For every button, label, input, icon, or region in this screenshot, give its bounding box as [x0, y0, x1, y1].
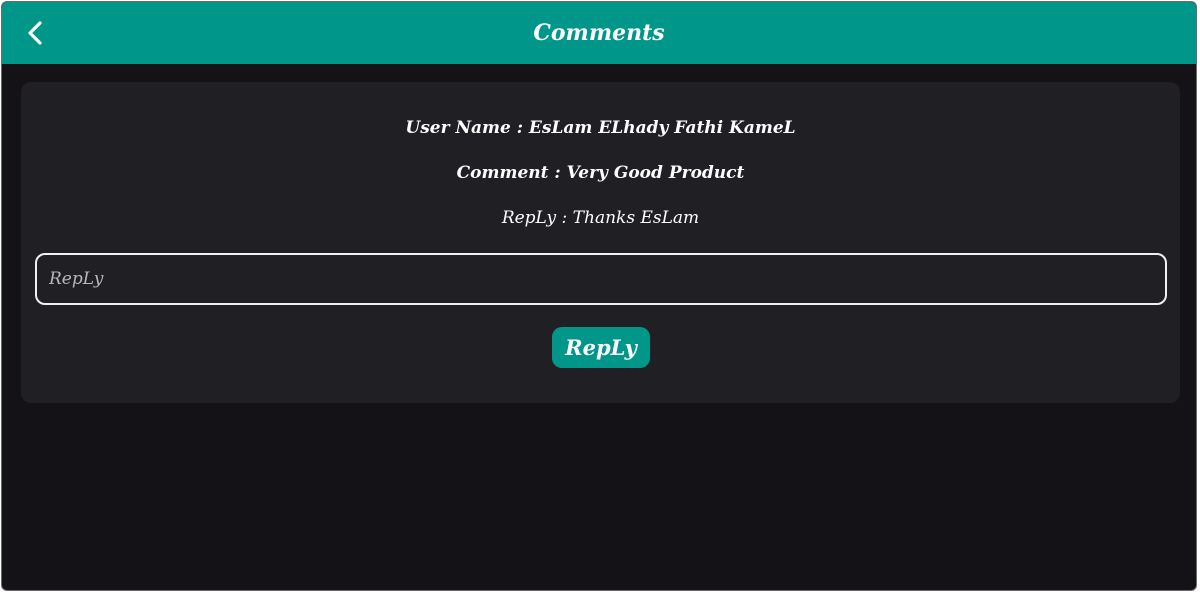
comment-text: Comment : Very Good Product	[456, 163, 745, 183]
comment-user-name: User Name : EsLam ELhady Fathi KameL	[405, 118, 796, 138]
reply-input[interactable]	[35, 253, 1167, 305]
comment-reply: RepLy : Thanks EsLam	[501, 208, 700, 228]
app-bar: Comments	[2, 2, 1196, 64]
page-title: Comments	[533, 20, 665, 46]
reply-submit-button[interactable]: RepLy	[552, 327, 650, 368]
comment-card: User Name : EsLam ELhady Fathi KameL Com…	[21, 82, 1180, 403]
app-window: Comments User Name : EsLam ELhady Fathi …	[1, 1, 1197, 591]
